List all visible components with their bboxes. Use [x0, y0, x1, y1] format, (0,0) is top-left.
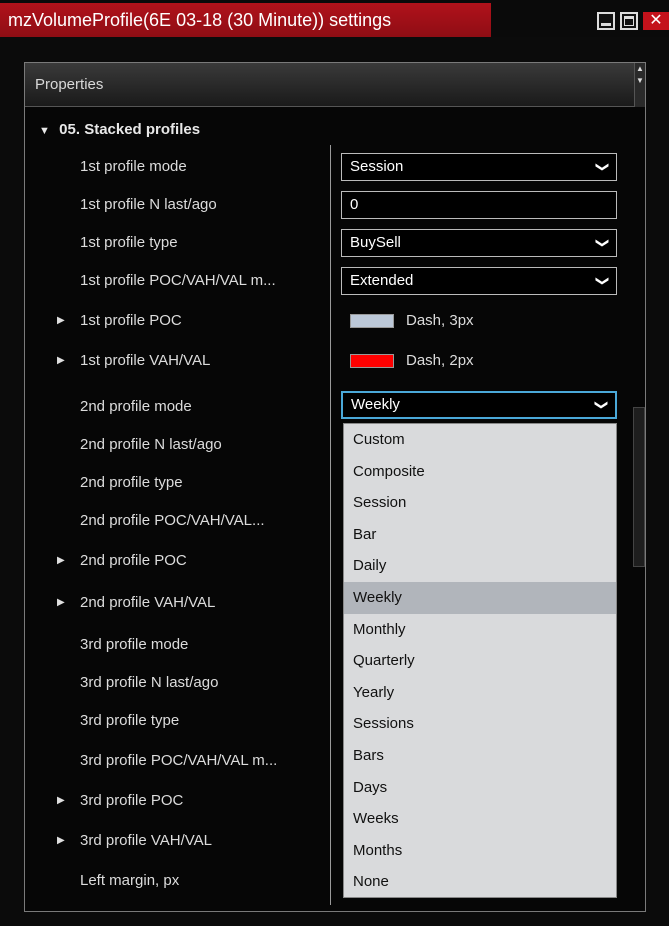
property-label: 1st profile type — [80, 234, 178, 251]
select-value: Session — [350, 158, 404, 175]
property-label: 2nd profile N last/ago — [80, 436, 222, 453]
scroll-up-arrow-icon[interactable]: ▲ — [635, 63, 645, 75]
color-swatch[interactable] — [350, 314, 394, 328]
select-value: BuySell — [350, 234, 401, 251]
dropdown-option[interactable]: Bars — [344, 740, 616, 772]
property-label: 3rd profile mode — [80, 636, 189, 653]
expand-triangle-icon[interactable]: ▶ — [57, 543, 65, 579]
1st-profile-n-input[interactable]: 0 — [341, 191, 617, 219]
dropdown-option[interactable]: Bar — [344, 519, 616, 551]
property-label: 3rd profile VAH/VAL — [80, 832, 213, 849]
property-label: 1st profile POC — [80, 312, 182, 329]
profile-mode-dropdown-list[interactable]: Custom Composite Session Bar Daily Weekly Mont… — [343, 423, 617, 898]
property-label: 2nd profile mode — [80, 398, 192, 415]
row-2nd-profile-mode: 2nd profile mode Weekly ❯ — [25, 389, 645, 425]
dropdown-option[interactable]: Sessions — [344, 708, 616, 740]
dropdown-option[interactable]: Session — [344, 487, 616, 519]
chevron-down-icon: ❯ — [595, 275, 611, 287]
property-label: 2nd profile POC — [80, 552, 187, 569]
dropdown-option[interactable]: Months — [344, 835, 616, 867]
maximize-button[interactable] — [620, 12, 638, 30]
collapse-triangle-icon[interactable]: ▼ — [39, 120, 55, 142]
property-label: 2nd profile type — [80, 474, 183, 491]
close-button[interactable]: ✕ — [643, 12, 669, 30]
title-bar[interactable]: mzVolumeProfile(6E 03-18 (30 Minute)) se… — [0, 0, 669, 37]
expand-triangle-icon[interactable]: ▶ — [57, 585, 65, 621]
property-label: 3rd profile type — [80, 712, 180, 729]
property-label: 1st profile N last/ago — [80, 196, 217, 213]
row-1st-profile-vahval[interactable]: ▶ 1st profile VAH/VAL Dash, 2px — [25, 343, 645, 379]
chevron-down-icon: ❯ — [595, 237, 611, 249]
property-label: Left margin, px — [80, 872, 180, 889]
row-1st-profile-type: 1st profile type BuySell ❯ — [25, 225, 645, 261]
select-value: Extended — [350, 272, 414, 289]
scroll-down-arrow-icon[interactable]: ▼ — [635, 75, 645, 87]
stroke-value[interactable]: Dash, 3px — [406, 303, 474, 339]
property-label: 3rd profile POC/VAH/VAL m... — [80, 752, 278, 769]
stroke-value[interactable]: Dash, 2px — [406, 343, 474, 379]
settings-window: mzVolumeProfile(6E 03-18 (30 Minute)) se… — [0, 0, 669, 926]
property-label: 1st profile POC/VAH/VAL m... — [80, 272, 276, 289]
dropdown-option[interactable]: Composite — [344, 456, 616, 488]
1st-profile-mode-select[interactable]: Session ❯ — [341, 153, 617, 181]
properties-panel: Properties ▲ ▼ ▼ 05. Stacked profiles 1s… — [24, 62, 646, 912]
dropdown-option[interactable]: Quarterly — [344, 645, 616, 677]
color-swatch[interactable] — [350, 354, 394, 368]
select-value: Weekly — [351, 396, 400, 413]
property-label: 1st profile mode — [80, 158, 187, 175]
window-title: mzVolumeProfile(6E 03-18 (30 Minute)) se… — [0, 3, 491, 37]
dropdown-option[interactable]: None — [344, 866, 616, 898]
scrollbar-top[interactable]: ▲ ▼ — [634, 63, 645, 107]
dropdown-option[interactable]: Monthly — [344, 614, 616, 646]
property-label: 1st profile VAH/VAL — [80, 352, 211, 369]
properties-header: Properties — [25, 63, 637, 107]
property-label: 2nd profile VAH/VAL — [80, 594, 216, 611]
row-1st-profile-mode: 1st profile mode Session ❯ — [25, 149, 645, 185]
dropdown-option[interactable]: Daily — [344, 550, 616, 582]
row-1st-profile-n: 1st profile N last/ago 0 — [25, 187, 645, 223]
row-1st-profile-poc-mode: 1st profile POC/VAH/VAL m... Extended ❯ — [25, 263, 645, 299]
2nd-profile-mode-select[interactable]: Weekly ❯ — [341, 391, 617, 419]
group-label: 05. Stacked profiles — [59, 121, 201, 138]
dropdown-option[interactable]: Custom — [344, 424, 616, 456]
chevron-down-icon: ❯ — [594, 399, 610, 411]
chevron-down-icon: ❯ — [595, 161, 611, 173]
1st-profile-type-select[interactable]: BuySell ❯ — [341, 229, 617, 257]
property-label: 3rd profile N last/ago — [80, 674, 219, 691]
expand-triangle-icon[interactable]: ▶ — [57, 783, 65, 819]
group-stacked-profiles[interactable]: ▼ 05. Stacked profiles — [39, 119, 200, 141]
expand-triangle-icon[interactable]: ▶ — [57, 343, 65, 379]
property-label: 3rd profile POC — [80, 792, 184, 809]
expand-triangle-icon[interactable]: ▶ — [57, 303, 65, 339]
property-label: 2nd profile POC/VAH/VAL... — [80, 512, 265, 529]
dropdown-option[interactable]: Weeks — [344, 803, 616, 835]
row-1st-profile-poc[interactable]: ▶ 1st profile POC Dash, 3px — [25, 303, 645, 339]
input-value: 0 — [350, 196, 359, 213]
dropdown-option[interactable]: Days — [344, 772, 616, 804]
minimize-button[interactable] — [597, 12, 615, 30]
dropdown-option[interactable]: Yearly — [344, 677, 616, 709]
dropdown-option[interactable]: Weekly — [344, 581, 616, 614]
1st-profile-poc-mode-select[interactable]: Extended ❯ — [341, 267, 617, 295]
expand-triangle-icon[interactable]: ▶ — [57, 823, 65, 859]
